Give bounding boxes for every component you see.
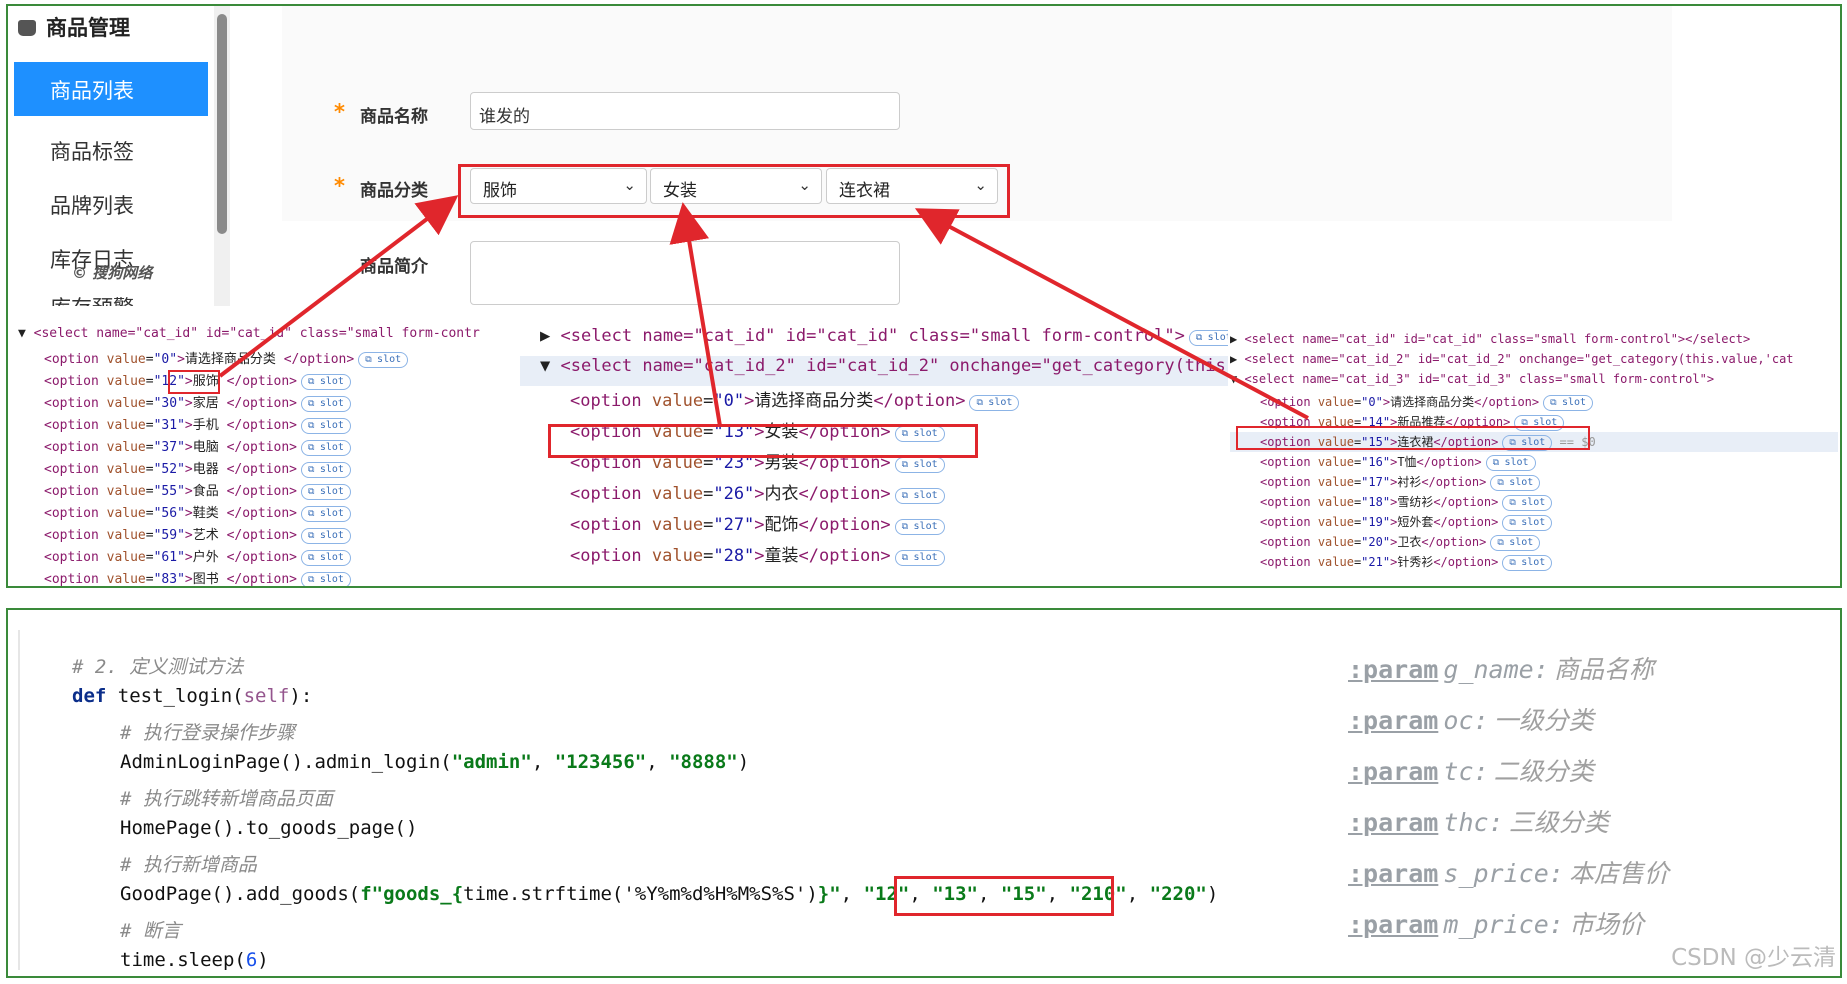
arrow-option12-to-select1	[218, 195, 459, 378]
code-line: # 执行登录操作步骤	[120, 722, 295, 744]
code-line: # 断言	[120, 920, 181, 942]
arrow-option13-to-select2	[669, 202, 722, 427]
gutter-line	[18, 630, 20, 970]
csdn-watermark: CSDN @少云清	[1671, 945, 1836, 971]
top-screenshot-panel: 商品管理 商品列表 商品标签 品牌列表 库存日志 库存预警 © 搜狗网络 * 商…	[6, 4, 1842, 588]
code-line: time.sleep(6)	[120, 949, 269, 971]
code-line: # 2. 定义测试方法	[72, 656, 244, 678]
category-args-highlight	[894, 876, 1114, 916]
docstring-param-line: :param oc: 一级分类	[1348, 706, 1594, 735]
code-line: # 执行新增商品	[120, 854, 257, 876]
docstring-param-line: :param thc: 三级分类	[1348, 808, 1609, 837]
annotation-arrows	[218, 195, 1309, 427]
code-line: # 执行跳转新增商品页面	[120, 788, 333, 810]
arrow-option15-to-select3	[914, 208, 1309, 420]
docstring-param-line: :param tc: 二级分类	[1348, 757, 1594, 786]
code-line: def test_login(self):	[72, 685, 313, 707]
docstring-param-line: :param s_price: 本店售价	[1348, 859, 1669, 888]
code-line: HomePage().to_goods_page()	[120, 817, 418, 839]
docstring-param-line: :param m_price: 市场价	[1348, 910, 1644, 939]
code-line: AdminLoginPage().admin_login("admin", "1…	[120, 751, 750, 773]
bottom-code-panel: # 2. 定义测试方法 def test_login(self): # 执行登录…	[6, 608, 1842, 978]
docstring-param-line: :param g_name: 商品名称	[1348, 655, 1654, 684]
